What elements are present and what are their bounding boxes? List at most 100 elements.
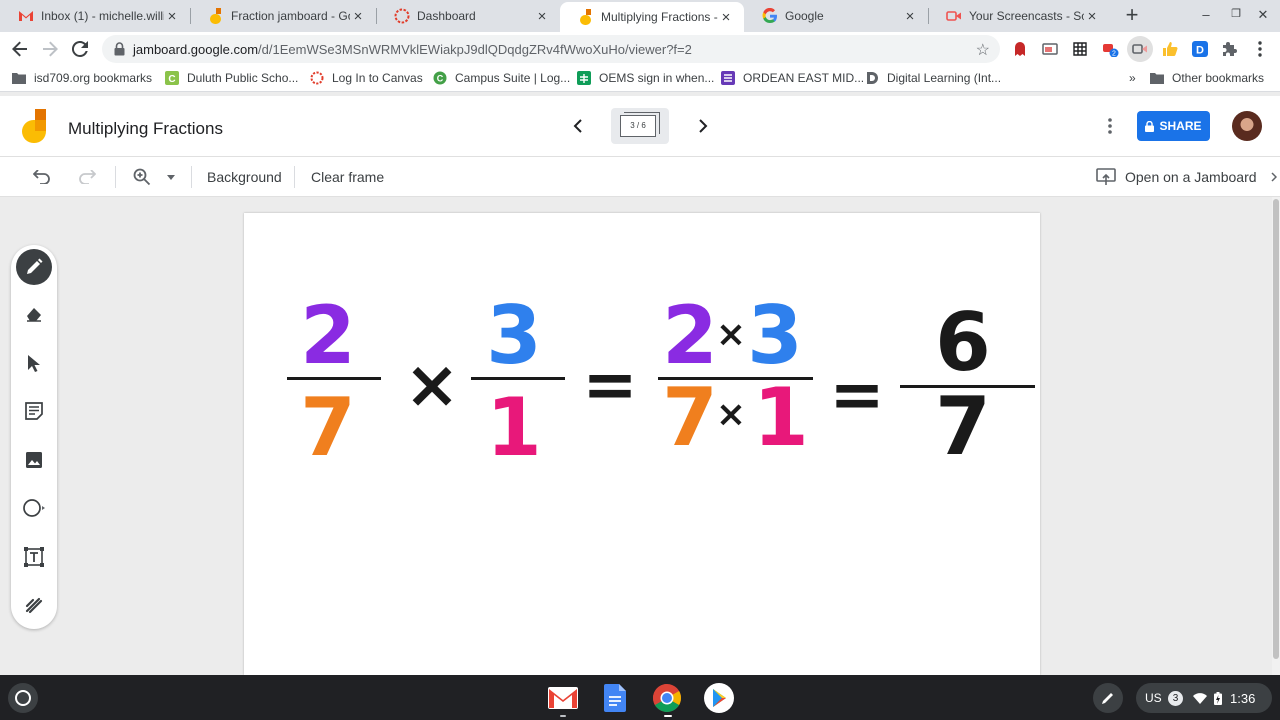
- close-tab-icon[interactable]: ×: [902, 8, 918, 25]
- ime-indicator: US: [1145, 691, 1162, 705]
- equals-operator: =: [582, 346, 637, 423]
- fraction2-numerator: 3: [486, 289, 542, 382]
- tab-screencasts[interactable]: Your Screencasts - Scre ×: [928, 0, 1110, 32]
- zoom-in-icon: [133, 168, 151, 186]
- frame-bar-toggle[interactable]: 3 / 6: [611, 108, 669, 144]
- select-tool-button[interactable]: [17, 346, 51, 380]
- cursor-arrow-icon: [28, 355, 40, 372]
- share-button[interactable]: SHARE: [1137, 111, 1210, 141]
- extension-ghost-icon[interactable]: [1011, 40, 1029, 58]
- background-button[interactable]: Background: [207, 169, 282, 185]
- wifi-icon: [1193, 683, 1207, 713]
- close-tab-icon[interactable]: ×: [534, 8, 550, 25]
- running-indicator: [664, 715, 672, 717]
- open-on-jamboard-button[interactable]: Open on a Jamboard: [1125, 169, 1257, 185]
- address-bar[interactable]: jamboard.google.com/d/1EemWSe3MSnWRMVklE…: [102, 35, 1000, 63]
- add-image-button[interactable]: [17, 443, 51, 477]
- sticky-note-button[interactable]: [17, 394, 51, 428]
- tab-strip: Inbox (1) - michelle.willia × Fraction j…: [0, 0, 1280, 32]
- fraction4-numerator: 6: [935, 296, 991, 389]
- laser-tool-button[interactable]: [17, 588, 51, 622]
- bookmark-ordean[interactable]: ORDEAN EAST MID...: [721, 71, 864, 85]
- sheets-icon: [577, 71, 591, 85]
- bookmarks-overflow[interactable]: »: [1129, 71, 1136, 85]
- svg-text:2: 2: [1112, 51, 1116, 58]
- extension-badge-icon[interactable]: 2: [1101, 40, 1119, 58]
- text-box-button[interactable]: [17, 540, 51, 574]
- zoom-button[interactable]: [131, 166, 153, 188]
- eraser-tool-button[interactable]: [17, 297, 51, 331]
- extensions-puzzle-icon[interactable]: [1221, 40, 1239, 58]
- extension-grid-icon[interactable]: [1071, 40, 1089, 58]
- launcher-button[interactable]: [8, 683, 38, 713]
- close-tab-icon[interactable]: ×: [164, 8, 180, 25]
- sticky-note-icon: [25, 402, 43, 420]
- shape-tool-button[interactable]: [17, 491, 51, 525]
- avatar[interactable]: [1232, 111, 1262, 141]
- tab-fraction-jamboard[interactable]: Fraction jamboard - Goo ×: [190, 0, 376, 32]
- laser-pointer-icon: [25, 597, 43, 614]
- play-store-app-icon[interactable]: [704, 683, 734, 713]
- fraction3-numerator-operator: ×: [716, 314, 746, 355]
- frame-indicator: 3 / 6: [620, 115, 656, 137]
- extension-d-icon[interactable]: D: [1191, 40, 1209, 58]
- forward-button[interactable]: [38, 37, 62, 61]
- screencastify-icon: [946, 8, 962, 24]
- new-tab-button[interactable]: +: [1120, 4, 1144, 28]
- bookmark-digital-learning[interactable]: Digital Learning (Int...: [865, 71, 1001, 85]
- minimize-icon[interactable]: –: [1196, 7, 1216, 22]
- next-frame-button[interactable]: [691, 114, 715, 138]
- tab-gmail[interactable]: Inbox (1) - michelle.willia ×: [0, 0, 190, 32]
- stylus-tools-button[interactable]: [1093, 683, 1123, 713]
- previous-frame-button[interactable]: [566, 114, 590, 138]
- tab-google[interactable]: Google ×: [744, 0, 928, 32]
- close-tab-icon[interactable]: ×: [1084, 8, 1100, 25]
- folder-icon: [12, 71, 26, 85]
- kebab-menu-icon: [1108, 118, 1112, 134]
- jam-toolbar: Background Clear frame Open on a Jamboar…: [0, 157, 1280, 197]
- scrollbar-thumb[interactable]: [1273, 199, 1279, 659]
- tab-multiplying-fractions[interactable]: Multiplying Fractions - G ×: [560, 2, 744, 32]
- chrome-app-icon[interactable]: [652, 683, 682, 713]
- zoom-dropdown[interactable]: [162, 166, 180, 188]
- restore-icon[interactable]: ❐: [1226, 7, 1246, 20]
- tab-dashboard[interactable]: Dashboard ×: [376, 0, 560, 32]
- eraser-icon: [27, 308, 41, 322]
- bookmark-star-icon[interactable]: ☆: [976, 40, 990, 60]
- os-shelf: US 3 1:36: [0, 675, 1280, 720]
- extension-screencastify-icon[interactable]: [1127, 36, 1153, 62]
- running-indicator: [560, 715, 566, 717]
- bookmark-canvas[interactable]: Log In to Canvas: [310, 71, 423, 85]
- bookmark-isd709[interactable]: isd709.org bookmarks: [12, 71, 152, 85]
- chevron-left-icon: [573, 119, 582, 133]
- jamboard-icon: [208, 8, 224, 24]
- close-tab-icon[interactable]: ×: [350, 8, 366, 25]
- bookmark-duluth-schoology[interactable]: C Duluth Public Scho...: [165, 71, 298, 85]
- bookmark-oems[interactable]: OEMS sign in when...: [577, 71, 714, 85]
- chevron-right-icon[interactable]: [1268, 166, 1280, 188]
- redo-button[interactable]: [76, 166, 98, 188]
- undo-button[interactable]: [31, 166, 53, 188]
- fraction3-numerator-left: 2: [662, 289, 718, 382]
- reload-button[interactable]: [68, 37, 92, 61]
- docs-app-icon[interactable]: [600, 683, 630, 713]
- jam-title[interactable]: Multiplying Fractions: [68, 119, 223, 139]
- toolbar-divider: [191, 166, 192, 188]
- vertical-scrollbar[interactable]: [1272, 197, 1280, 675]
- jam-canvas[interactable]: 2 7 × 3 1 = 2 × 3 7 × 1 = 6 7: [244, 213, 1040, 675]
- gmail-app-icon[interactable]: [548, 683, 578, 713]
- close-tab-icon[interactable]: ×: [718, 9, 734, 26]
- more-options-button[interactable]: [1100, 116, 1120, 136]
- bookmark-other[interactable]: Other bookmarks: [1150, 71, 1264, 85]
- browser-menu-icon[interactable]: [1251, 40, 1269, 58]
- clear-frame-button[interactable]: Clear frame: [311, 169, 384, 185]
- pen-tool-button[interactable]: [16, 249, 52, 285]
- d-icon: [865, 71, 879, 85]
- campus-icon: C: [433, 71, 447, 85]
- equals-operator: =: [829, 356, 884, 433]
- extension-thumbsup-icon[interactable]: [1161, 40, 1179, 58]
- back-button[interactable]: [8, 37, 32, 61]
- extension-cast-icon[interactable]: [1041, 40, 1059, 58]
- close-window-icon[interactable]: ✕: [1253, 7, 1273, 23]
- bookmark-campus-suite[interactable]: C Campus Suite | Log...: [433, 71, 570, 85]
